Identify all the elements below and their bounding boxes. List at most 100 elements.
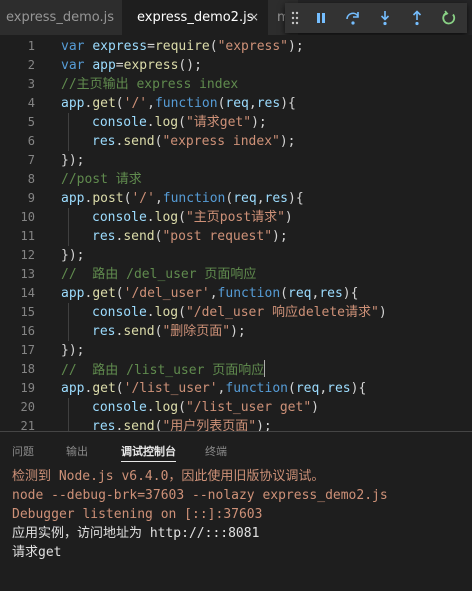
tab-label: express_demo.js <box>6 10 114 25</box>
code-token: , <box>248 96 257 111</box>
code-line[interactable]: 12}); <box>0 246 472 265</box>
code-text: }); <box>61 151 84 170</box>
code-text: var app=express(); <box>61 56 202 75</box>
code-line[interactable]: 13 // 路由 /del_user 页面响应 <box>0 265 472 284</box>
tab-label: express_demo2.js <box>137 10 254 25</box>
console-line: 请求get <box>12 545 62 560</box>
code-token: = <box>147 39 155 54</box>
code-token: ); <box>288 39 304 54</box>
code-token: }); <box>61 153 85 168</box>
code-token: req <box>225 96 249 111</box>
code-token: get <box>92 286 116 301</box>
code-token: post <box>92 191 124 206</box>
code-token: ); <box>256 419 272 431</box>
code-line[interactable]: 11 res.send("post request"); <box>0 227 472 246</box>
pause-icon[interactable] <box>309 3 333 33</box>
code-token: ){ <box>350 381 367 396</box>
code-token: ( <box>209 39 218 54</box>
code-token: '/' <box>131 191 155 206</box>
code-text: app.get('/del_user',function(req,res){ <box>61 284 358 303</box>
code-token: . <box>146 210 155 225</box>
code-line[interactable]: 1 var express=require("express"); <box>0 37 472 56</box>
code-line[interactable]: 4 app.get('/',function(req,res){ <box>0 94 472 113</box>
code-line[interactable]: 10 console.log("主页post请求") <box>0 208 472 227</box>
code-token: function <box>225 381 288 396</box>
code-token: var <box>61 39 93 54</box>
code-token: function <box>162 191 226 206</box>
code-token: ( <box>115 381 124 396</box>
code-token: , <box>209 286 218 301</box>
line-number: 3 <box>27 77 35 91</box>
code-editor[interactable]: 1 var express=require("express"); 2 var app… <box>0 35 472 431</box>
code-token: ){ <box>280 96 296 111</box>
code-line[interactable]: 18 // 路由 /list_user 页面响应 <box>0 360 472 379</box>
code-line[interactable]: 16 res.send("删除页面"); <box>0 322 472 341</box>
code-token: function <box>154 96 218 111</box>
code-token: }); <box>61 248 85 263</box>
panel-tab-problems[interactable]: 问题 <box>12 443 34 461</box>
panel-tab-output[interactable]: 输出 <box>66 443 88 461</box>
code-token: . <box>146 115 155 130</box>
drag-handle-icon[interactable] <box>287 3 303 33</box>
code-token: ); <box>251 115 267 130</box>
close-tab-icon[interactable]: × <box>249 0 259 35</box>
line-number: 21 <box>20 419 35 431</box>
code-token: //主页输出 express index <box>61 77 239 92</box>
console-line: Debugger listening on [::]:37603 <box>12 507 263 522</box>
panel-tab-terminal[interactable]: 终端 <box>205 443 227 461</box>
code-text: res.send("用户列表页面"); <box>92 417 272 431</box>
code-token: app <box>61 286 85 301</box>
code-token: var <box>61 58 93 73</box>
line-number: 6 <box>27 134 35 148</box>
step-out-icon[interactable] <box>405 3 429 33</box>
code-line[interactable]: 15 console.log("/del_user 响应delete请求") <box>0 303 472 322</box>
code-line[interactable]: 9 app.post('/',function(req,res){ <box>0 189 472 208</box>
line-number: 8 <box>27 172 35 186</box>
line-number: 14 <box>20 286 35 300</box>
code-token: app <box>92 58 116 73</box>
line-number: 13 <box>20 267 35 281</box>
console-line: 检测到 Node.js v6.4.0，因此使用旧版协议调试。 <box>12 469 325 484</box>
code-line[interactable]: 2 var app=express(); <box>0 56 472 75</box>
restart-icon[interactable] <box>437 3 461 33</box>
line-number: 9 <box>27 191 35 205</box>
panel-tab-debug-console[interactable]: 调试控制台 <box>121 443 176 462</box>
indent-guide <box>68 303 69 322</box>
code-token: get <box>92 96 116 111</box>
code-token: '/' <box>123 96 148 111</box>
code-line[interactable]: 21 res.send("用户列表页面"); <box>0 417 472 431</box>
code-token: "post request" <box>162 229 273 244</box>
tab-express-demo2[interactable]: express_demo2.js × <box>122 0 268 35</box>
code-line[interactable]: 8 //post 请求 <box>0 170 472 189</box>
code-line[interactable]: 3 //主页输出 express index <box>0 75 472 94</box>
step-into-icon[interactable] <box>373 3 397 33</box>
indent-guide <box>68 398 69 417</box>
code-token: ); <box>272 229 288 244</box>
indent-guide <box>68 113 69 132</box>
code-text: //主页输出 express index <box>61 75 238 94</box>
indent-guide <box>68 227 69 246</box>
line-number: 17 <box>20 343 35 357</box>
code-token: send <box>123 229 155 244</box>
code-line[interactable]: 6 res.send("express index"); <box>0 132 472 151</box>
code-token: console <box>92 305 147 320</box>
code-text: //post 请求 <box>61 170 142 189</box>
code-token: console <box>92 115 147 130</box>
tab-express-demo[interactable]: express_demo.js <box>0 0 122 35</box>
code-line[interactable]: 19 app.get('/list_user',function(req,res)… <box>0 379 472 398</box>
code-line[interactable]: 7}); <box>0 151 472 170</box>
code-line[interactable]: 5 console.log("请求get"); <box>0 113 472 132</box>
code-token: , <box>319 381 328 396</box>
code-line[interactable]: 17}); <box>0 341 472 360</box>
code-token: ) <box>284 210 293 225</box>
code-token: ( <box>288 381 296 396</box>
code-token: express <box>92 39 148 54</box>
step-over-icon[interactable] <box>341 3 365 33</box>
code-token: send <box>123 134 155 149</box>
code-token: res <box>264 191 289 206</box>
code-token: // 路由 /list_user 页面响应 <box>61 363 265 378</box>
code-line[interactable]: 20 console.log("/list_user get") <box>0 398 472 417</box>
code-line[interactable]: 14 app.get('/del_user',function(req,res){ <box>0 284 472 303</box>
code-token: "删除页面" <box>162 324 231 339</box>
code-token: function <box>217 286 281 301</box>
